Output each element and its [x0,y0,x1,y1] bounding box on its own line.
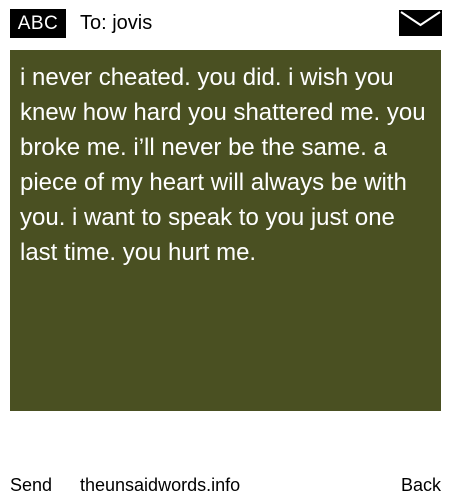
softkey-bar: Send theunsaidwords.info Back [0,472,450,498]
message-body[interactable]: i never cheated. you did. i wish you kne… [10,50,441,411]
recipient-field[interactable]: To: jovis [80,9,152,38]
message-header: ABC To: jovis [0,0,450,44]
input-mode-badge[interactable]: ABC [10,9,66,38]
back-button[interactable]: Back [401,472,441,498]
message-text: i never cheated. you did. i wish you kne… [20,64,426,266]
site-link[interactable]: theunsaidwords.info [80,472,240,498]
envelope-icon [399,10,442,36]
send-button[interactable]: Send [10,472,52,498]
